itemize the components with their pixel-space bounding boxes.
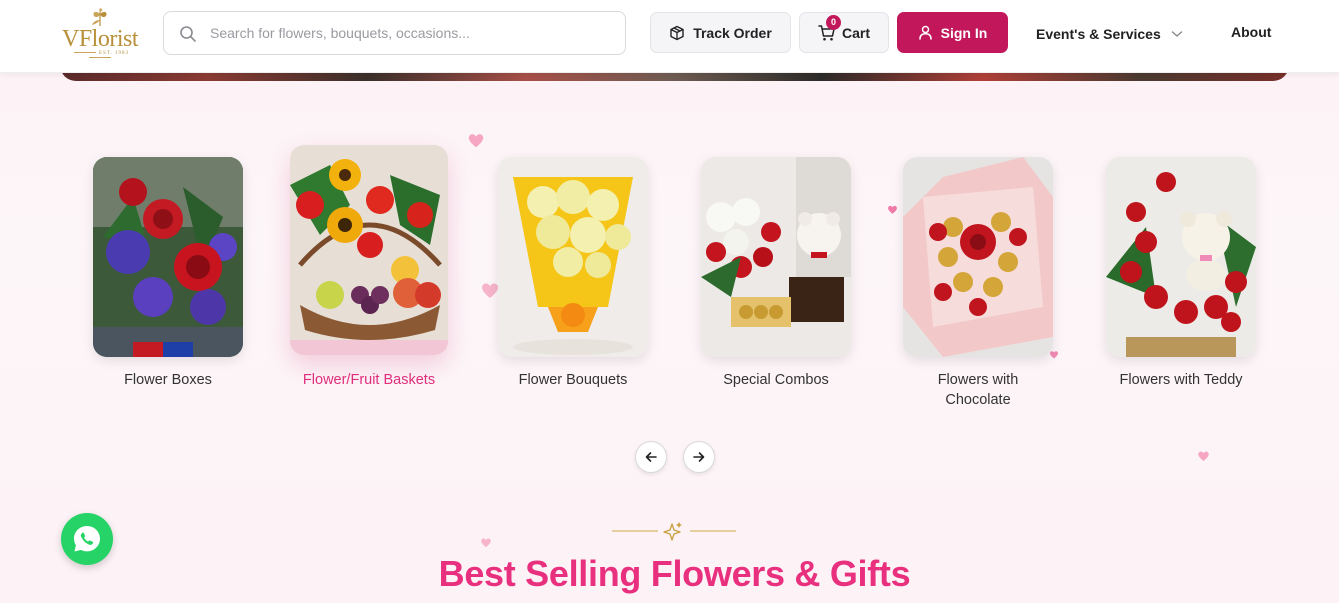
category-flower-boxes[interactable]: Flower Boxes <box>93 157 243 390</box>
track-order-button[interactable]: Track Order <box>650 12 791 53</box>
category-special-combos[interactable]: Special Combos <box>701 157 851 390</box>
nav-about[interactable]: About <box>1231 24 1271 44</box>
flower-logo-icon <box>92 8 107 26</box>
site-header: VFlorist EST. 1983 Track Order 0 Cart <box>0 0 1339 73</box>
category-label: Flower Bouquets <box>518 372 628 388</box>
category-image <box>93 157 243 357</box>
nav-events-label: Event's & Services <box>1036 26 1161 42</box>
heart-icon <box>481 538 491 548</box>
carousel-next-button[interactable] <box>683 441 715 473</box>
section-ornament <box>612 522 736 541</box>
category-image <box>1106 157 1256 357</box>
category-label: Flowers with Teddy <box>1119 372 1243 388</box>
track-order-label: Track Order <box>693 24 772 41</box>
category-image <box>701 157 851 357</box>
user-icon <box>918 25 932 40</box>
category-label: Flower Boxes <box>124 372 212 388</box>
cart-label: Cart <box>841 24 870 41</box>
heart-icon <box>482 283 498 298</box>
category-flowers-with-chocolate[interactable]: Flowers with Chocolate <box>903 157 1053 410</box>
logo-tagline: EST. 1983 <box>58 51 142 61</box>
carousel-prev-button[interactable] <box>635 441 667 473</box>
chevron-down-icon <box>1171 31 1182 37</box>
heart-icon <box>1198 451 1209 462</box>
category-flower-bouquets[interactable]: Flower Bouquets <box>498 157 648 390</box>
search-input[interactable] <box>210 20 610 46</box>
category-image <box>498 157 648 357</box>
section-title: Best Selling Flowers & Gifts <box>438 553 911 594</box>
category-flowers-with-teddy[interactable]: Flowers with Teddy <box>1106 157 1256 390</box>
cart-count-badge: 0 <box>825 14 841 30</box>
whatsapp-chat-button[interactable] <box>61 513 113 565</box>
logo-wordmark: VFlorist <box>61 26 139 52</box>
heart-icon <box>888 205 897 214</box>
category-label: Flowers with Chocolate <box>937 372 1019 408</box>
category-image <box>290 145 448 355</box>
arrow-left-icon <box>645 452 657 462</box>
sparkles-icon <box>663 522 682 541</box>
package-icon <box>670 25 684 40</box>
category-flower-fruit-baskets[interactable]: Flower/Fruit Baskets <box>290 145 448 390</box>
site-logo[interactable]: VFlorist EST. 1983 <box>58 8 142 60</box>
whatsapp-icon <box>74 526 100 552</box>
sign-in-button[interactable]: Sign In <box>897 12 1008 53</box>
nav-events-services[interactable]: Event's & Services <box>1036 24 1183 44</box>
sign-in-label: Sign In <box>940 24 988 41</box>
category-label: Flower/Fruit Baskets <box>302 372 436 388</box>
category-image <box>903 157 1053 357</box>
search-box <box>163 11 626 55</box>
category-label: Special Combos <box>723 372 829 388</box>
cart-button[interactable]: 0 Cart <box>799 12 889 53</box>
arrow-right-icon <box>693 452 705 462</box>
search-icon <box>180 26 196 42</box>
heart-icon <box>468 134 484 148</box>
